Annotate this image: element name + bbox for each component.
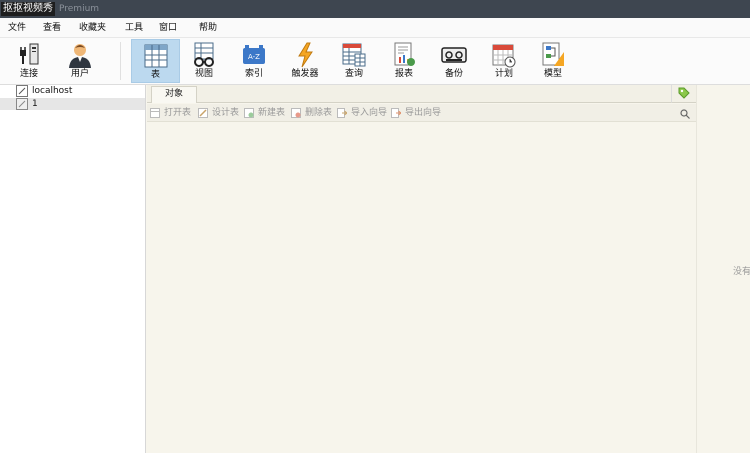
trigger-button[interactable]: 触发器 [282, 39, 328, 83]
index-icon: A-Z [231, 42, 277, 68]
menu-window[interactable]: 窗口 [159, 18, 177, 38]
design-table-icon [198, 108, 208, 118]
view-icon [181, 42, 227, 68]
schedule-label: 计划 [494, 69, 513, 79]
model-button[interactable]: 模型 [530, 39, 576, 83]
user-label: 用户 [70, 69, 89, 79]
connection-icon [16, 85, 28, 97]
index-label: 索引 [244, 69, 263, 79]
edition-label: Premium [59, 4, 100, 14]
menu-help[interactable]: 帮助 [199, 18, 217, 38]
export-icon [391, 108, 401, 118]
new-table-icon [244, 108, 254, 118]
table-icon [132, 43, 179, 69]
tab-strip: 对象 [147, 85, 697, 103]
user-button[interactable]: 用户 [57, 39, 103, 83]
menu-favorites[interactable]: 收藏夹 [79, 18, 106, 38]
connect-button[interactable]: 连接 [6, 39, 52, 83]
query-button[interactable]: 查询 [331, 39, 377, 83]
model-icon [530, 42, 576, 68]
info-pane-divider [696, 85, 697, 453]
user-icon [57, 42, 103, 68]
view-label: 视图 [194, 69, 213, 79]
main-toolbar: 连接 用户 表 视图 A-Z 索引 触发器 查询 报表 备份 计划 模型 [0, 38, 750, 96]
model-label: 模型 [543, 69, 562, 79]
tab-objects[interactable]: 对象 [151, 86, 197, 103]
tree-item-localhost[interactable]: localhost [0, 85, 145, 97]
menu-view[interactable]: 查看 [43, 18, 61, 38]
menu-file[interactable]: 文件 [8, 18, 26, 38]
table-label: 表 [150, 70, 160, 80]
backup-label: 备份 [444, 69, 463, 79]
menu-tools[interactable]: 工具 [125, 18, 143, 38]
search-icon[interactable] [680, 109, 690, 119]
report-button[interactable]: 报表 [381, 39, 427, 83]
delete-table-label: 删除表 [305, 108, 333, 118]
open-table-label: 打开表 [164, 108, 192, 118]
query-label: 查询 [344, 69, 363, 79]
new-table-label: 新建表 [258, 108, 286, 118]
lightning-icon [282, 42, 328, 68]
schedule-button[interactable]: 计划 [481, 39, 527, 83]
calendar-icon [481, 42, 527, 68]
tree-item-database[interactable]: 1 [0, 98, 145, 110]
query-icon [331, 42, 377, 68]
import-icon [337, 108, 347, 118]
toolbar-separator [120, 42, 121, 80]
menu-bar: 文件 查看 收藏夹 工具 窗口 帮助 [0, 18, 750, 38]
object-action-bar: 打开表 设计表 新建表 删除表 导入向导 导出向导 [147, 104, 697, 122]
export-wizard-label: 导出向导 [405, 108, 442, 118]
svg-text:A-Z: A-Z [248, 53, 260, 61]
title-bar: 抠抠视频秀 Premium [0, 0, 750, 18]
import-wizard-label: 导入向导 [351, 108, 388, 118]
trigger-label: 触发器 [291, 69, 319, 79]
database-icon [16, 98, 28, 110]
tag-icon[interactable] [677, 86, 691, 100]
connection-tree: localhost 1 [0, 85, 146, 453]
table-button[interactable]: 表 [131, 39, 180, 83]
delete-table-icon [291, 108, 301, 118]
objects-pane: 对象 打开表 设计表 新建表 删除表 导入向导 导出向导 [147, 85, 750, 453]
view-button[interactable]: 视图 [181, 39, 227, 83]
report-label: 报表 [394, 69, 413, 79]
tree-label-localhost: localhost [32, 86, 73, 96]
backup-icon [431, 42, 477, 68]
design-table-label: 设计表 [212, 108, 240, 118]
report-icon [381, 42, 427, 68]
window-title: 抠抠视频秀 [1, 2, 55, 16]
backup-button[interactable]: 备份 [431, 39, 477, 83]
info-pane-status: 没有 [733, 267, 750, 277]
plug-icon [6, 42, 52, 68]
index-button[interactable]: A-Z 索引 [231, 39, 277, 83]
connect-label: 连接 [19, 69, 38, 79]
open-table-icon [150, 108, 160, 118]
tree-label-database: 1 [32, 99, 38, 109]
